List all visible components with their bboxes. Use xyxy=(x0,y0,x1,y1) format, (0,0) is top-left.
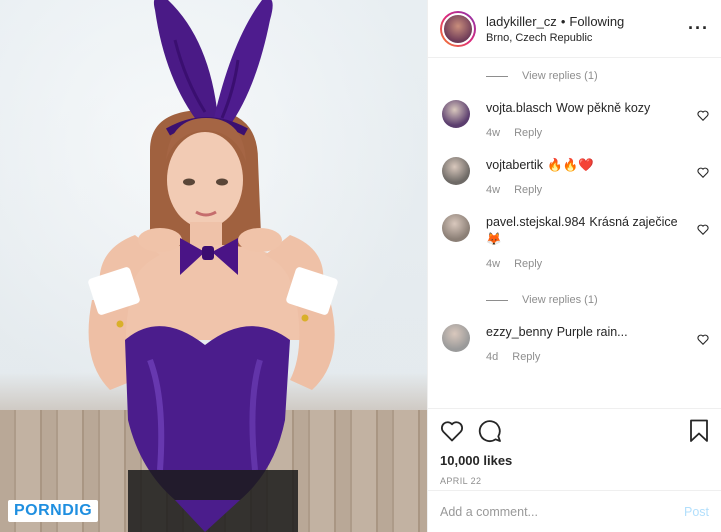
comment-item: vojtabertik 🔥🔥❤️ 4w Reply xyxy=(442,151,709,208)
comment-body: ezzy_benny Purple rain... 4d Reply xyxy=(486,324,709,375)
comment-text-line: vojta.blasch Wow pěkně kozy xyxy=(486,100,683,117)
reply-button[interactable]: Reply xyxy=(512,351,540,363)
reply-button[interactable]: Reply xyxy=(514,127,542,139)
comment-age[interactable]: 4d xyxy=(486,351,498,363)
like-comment-heart-icon[interactable] xyxy=(697,167,709,178)
watermark-logo: PORNDIG xyxy=(8,500,99,522)
post-comment-button[interactable]: Post xyxy=(684,505,709,519)
post-location[interactable]: Brno, Czech Republic xyxy=(486,32,688,44)
author-line: ladykiller_cz • Following xyxy=(486,14,688,29)
author-info: ladykiller_cz • Following Brno, Czech Re… xyxy=(486,14,688,44)
action-icons-row xyxy=(440,417,709,445)
comment-age[interactable]: 4w xyxy=(486,184,500,196)
commenter-username[interactable]: vojtabertik xyxy=(486,158,543,172)
post-photo[interactable]: PORNDIG xyxy=(0,0,427,532)
comment-item: ezzy_benny Purple rain... 4d Reply xyxy=(442,318,709,375)
view-replies-label: View replies (1) xyxy=(522,70,598,82)
comment-icon[interactable] xyxy=(478,419,502,443)
comment-body: vojtabertik 🔥🔥❤️ 4w Reply xyxy=(486,157,709,208)
heart-icon[interactable] xyxy=(440,420,464,442)
replies-divider-line xyxy=(486,75,508,77)
comment-meta: 4w Reply xyxy=(486,258,683,270)
reply-button[interactable]: Reply xyxy=(514,258,542,270)
comment-age[interactable]: 4w xyxy=(486,258,500,270)
comment-text: Purple rain... xyxy=(556,325,628,339)
comment-meta: 4w Reply xyxy=(486,184,683,196)
commenter-avatar[interactable] xyxy=(442,100,470,128)
post-actions: 10,000 likes APRIL 22 Post xyxy=(428,408,721,532)
comment-text: 🔥🔥❤️ xyxy=(546,158,594,172)
commenter-avatar[interactable] xyxy=(442,214,470,242)
comment-age[interactable]: 4w xyxy=(486,127,500,139)
more-horizontal-icon[interactable]: ··· xyxy=(688,18,709,39)
comment-body: vojta.blasch Wow pěkně kozy 4w Reply xyxy=(486,100,709,151)
comment-text-line: vojtabertik 🔥🔥❤️ xyxy=(486,157,683,174)
replies-divider-line xyxy=(486,299,508,301)
like-comment-heart-icon[interactable] xyxy=(697,110,709,121)
view-replies-label: View replies (1) xyxy=(522,294,598,306)
author-avatar[interactable] xyxy=(440,10,476,47)
following-button[interactable]: Following xyxy=(569,14,624,29)
comment-text-line: pavel.stejskal.984 Krásná zaječice 🦊 xyxy=(486,214,683,248)
likes-count[interactable]: 10,000 likes xyxy=(440,453,709,468)
add-comment-bar: Post xyxy=(428,490,721,532)
commenter-username[interactable]: pavel.stejskal.984 xyxy=(486,215,585,229)
commenter-username[interactable]: vojta.blasch xyxy=(486,101,552,115)
reply-button[interactable]: Reply xyxy=(514,184,542,196)
view-replies-link[interactable]: View replies (1) xyxy=(442,58,709,94)
comment-text: Wow pěkně kozy xyxy=(556,101,651,115)
post-header: ladykiller_cz • Following Brno, Czech Re… xyxy=(428,0,721,58)
commenter-avatar[interactable] xyxy=(442,324,470,352)
commenter-username[interactable]: ezzy_benny xyxy=(486,325,553,339)
photo-subject-illustration xyxy=(88,0,338,532)
author-avatar-image xyxy=(442,12,474,45)
like-comment-heart-icon[interactable] xyxy=(697,334,709,345)
comment-meta: 4w Reply xyxy=(486,127,683,139)
view-replies-link[interactable]: View replies (1) xyxy=(442,282,709,318)
comment-item: pavel.stejskal.984 Krásná zaječice 🦊 4w Rep… xyxy=(442,208,709,282)
comment-item: vojta.blasch Wow pěkně kozy 4w Reply xyxy=(442,94,709,151)
watermark-text: PORNDIG xyxy=(14,502,93,519)
add-comment-input[interactable] xyxy=(440,504,684,519)
comment-meta: 4d Reply xyxy=(486,351,683,363)
comment-body: pavel.stejskal.984 Krásná zaječice 🦊 4w Rep… xyxy=(486,214,709,282)
instagram-post-view: PORNDIG ladykiller_cz • Following Brno, … xyxy=(0,0,721,532)
author-username[interactable]: ladykiller_cz xyxy=(486,14,557,29)
post-side-panel: ladykiller_cz • Following Brno, Czech Re… xyxy=(427,0,721,532)
bookmark-icon[interactable] xyxy=(689,419,709,443)
comments-list[interactable]: View replies (1) vojta.blasch Wow pěkně ko… xyxy=(428,58,721,408)
comment-text-line: ezzy_benny Purple rain... xyxy=(486,324,683,341)
commenter-avatar[interactable] xyxy=(442,157,470,185)
post-date[interactable]: APRIL 22 xyxy=(440,476,709,486)
like-comment-heart-icon[interactable] xyxy=(697,224,709,235)
separator-dot: • xyxy=(560,13,566,29)
